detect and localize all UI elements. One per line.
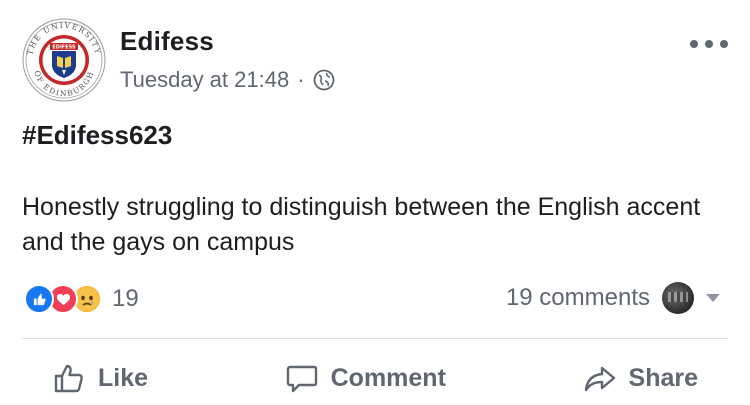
university-crest-icon: THE UNIVERSITY OF EDINBURGH EDIFESS — [22, 18, 106, 102]
comments-summary[interactable]: 19 comments — [506, 282, 720, 314]
chevron-down-icon[interactable] — [706, 294, 720, 302]
post-meta: Tuesday at 21:48 · — [120, 67, 335, 93]
comment-label: Comment — [330, 363, 446, 392]
action-bar: Like Comment Share — [22, 352, 728, 404]
share-icon — [584, 366, 615, 392]
comments-count[interactable]: 19 comments — [506, 284, 650, 312]
more-options-icon[interactable] — [690, 36, 728, 52]
share-label: Share — [628, 363, 698, 392]
divider — [22, 338, 728, 339]
thumbs-up-icon — [54, 364, 83, 393]
post-body: #Edifess623 Honestly struggling to disti… — [22, 118, 737, 260]
like-button[interactable]: Like — [22, 361, 178, 395]
reaction-count: 19 — [112, 285, 139, 312]
share-button[interactable]: Share — [553, 361, 728, 395]
reactions-summary[interactable]: 19 — [24, 284, 139, 314]
meta-separator: · — [297, 67, 305, 92]
post-hashtag[interactable]: #Edifess623 — [22, 118, 737, 152]
globe-icon[interactable] — [313, 69, 335, 91]
like-reaction-icon — [24, 284, 54, 314]
page-name[interactable]: Edifess — [120, 26, 214, 57]
post-text: Honestly struggling to distinguish betwe… — [22, 193, 701, 256]
svg-text:EDIFESS: EDIFESS — [52, 45, 76, 51]
comment-button[interactable]: Comment — [255, 361, 476, 395]
page-avatar[interactable]: THE UNIVERSITY OF EDINBURGH EDIFESS — [22, 18, 106, 102]
comment-icon — [286, 365, 317, 393]
viewer-avatar[interactable] — [662, 282, 694, 314]
post-timestamp[interactable]: Tuesday at 21:48 — [120, 67, 289, 93]
like-label: Like — [98, 363, 149, 392]
post-header: THE UNIVERSITY OF EDINBURGH EDIFESS Edif… — [22, 18, 728, 102]
